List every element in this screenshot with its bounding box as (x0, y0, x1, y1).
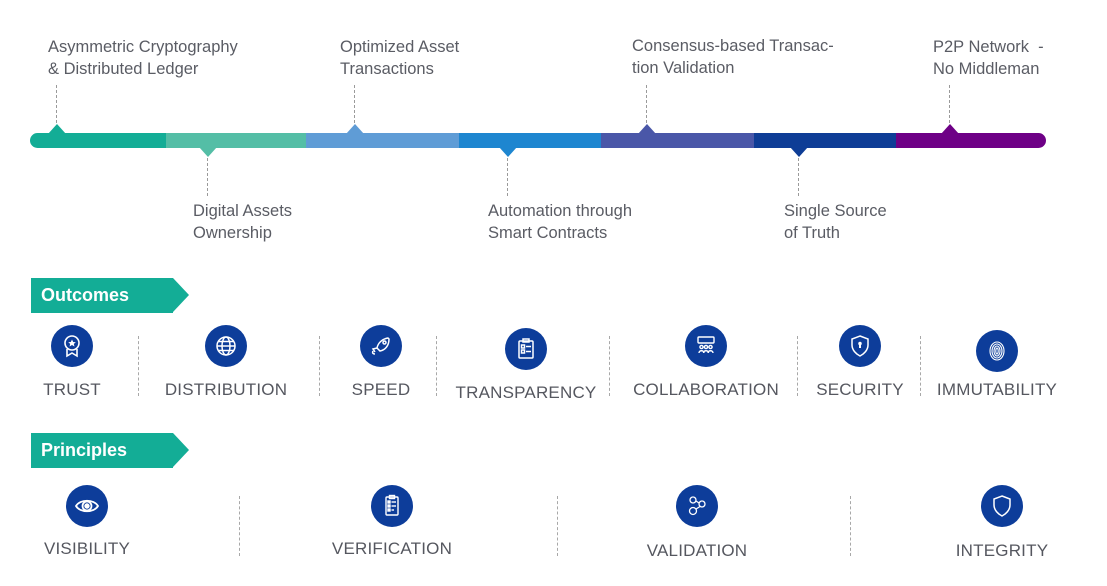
milestone-label-7: P2P Network - No Middleman (933, 38, 1044, 78)
outcome-label-security: SECURITY (816, 380, 904, 399)
connector-6 (798, 158, 799, 196)
connector-5 (646, 85, 647, 123)
connector-1 (56, 85, 57, 123)
principle-label-validation: VALIDATION (646, 541, 748, 560)
milestone-label-5: Consensus-based Transac- tion Validation (632, 37, 834, 77)
principles-tag: Principles (31, 433, 189, 468)
outcome-label-immutability: IMMUTABILITY (936, 380, 1058, 399)
shield-icon (981, 485, 1023, 527)
timeline-segment-3 (306, 133, 459, 148)
timeline-marker-6 (790, 147, 808, 157)
milestone-label-2: Digital Assets Ownership (193, 202, 293, 242)
separator (436, 336, 437, 396)
principles-title: Principles (41, 440, 128, 460)
outcome-label-distribution: DISTRIBUTION (164, 380, 288, 399)
connector-7 (949, 85, 950, 123)
milestone-label-4: Automation through Smart Contracts (488, 202, 633, 242)
timeline-segment-6 (754, 133, 896, 148)
timeline-segment-2 (166, 133, 306, 148)
principle-label-visibility: VISIBILITY (43, 539, 131, 558)
outcome-label-collaboration: COLLABORATION (633, 380, 779, 399)
separator (239, 496, 240, 556)
principle-label-integrity: INTEGRITY (955, 541, 1049, 560)
separator (797, 336, 798, 396)
checklist-clipboard-icon (371, 485, 413, 527)
timeline-marker-5 (638, 124, 656, 134)
milestone-label-1: Asymmetric Cryptography & Distributed Le… (48, 38, 238, 78)
timeline-marker-4 (499, 147, 517, 157)
shield-lock-icon (839, 325, 881, 367)
connector-3 (354, 85, 355, 123)
timeline-marker-2 (199, 147, 217, 157)
tag-arrow (173, 278, 189, 312)
milestone-label-3: Optimized Asset Transactions (340, 38, 460, 78)
separator (319, 336, 320, 396)
network-users-icon (676, 485, 718, 527)
tag-arrow (173, 433, 189, 467)
separator (138, 336, 139, 396)
timeline-segment-1 (30, 133, 166, 148)
separator (920, 336, 921, 396)
separator (609, 336, 610, 396)
team-presentation-icon (685, 325, 727, 367)
eye-icon (66, 485, 108, 527)
timeline-marker-1 (48, 124, 66, 134)
separator (850, 496, 851, 556)
timeline-segment-4 (459, 133, 601, 148)
milestone-label-6: Single Source of Truth (784, 202, 887, 242)
timeline-marker-7 (941, 124, 959, 134)
timeline-segment-7 (896, 133, 1046, 148)
timeline-segment-5 (601, 133, 754, 148)
timeline-marker-3 (346, 124, 364, 134)
clipboard-checklist-icon (505, 328, 547, 370)
outcomes-tag: Outcomes (31, 278, 189, 313)
connector-4 (507, 158, 508, 196)
separator (557, 496, 558, 556)
connector-2 (207, 158, 208, 196)
rocket-icon (360, 325, 402, 367)
outcome-label-trust: TRUST (43, 380, 101, 399)
award-badge-icon (51, 325, 93, 367)
outcomes-title: Outcomes (41, 285, 130, 305)
fingerprint-icon (976, 330, 1018, 372)
principle-label-verification: VERIFICATION (331, 539, 453, 558)
globe-icon (205, 325, 247, 367)
outcome-label-transparency: TRANSPARENCY (455, 383, 597, 402)
outcome-label-speed: SPEED (351, 380, 411, 399)
